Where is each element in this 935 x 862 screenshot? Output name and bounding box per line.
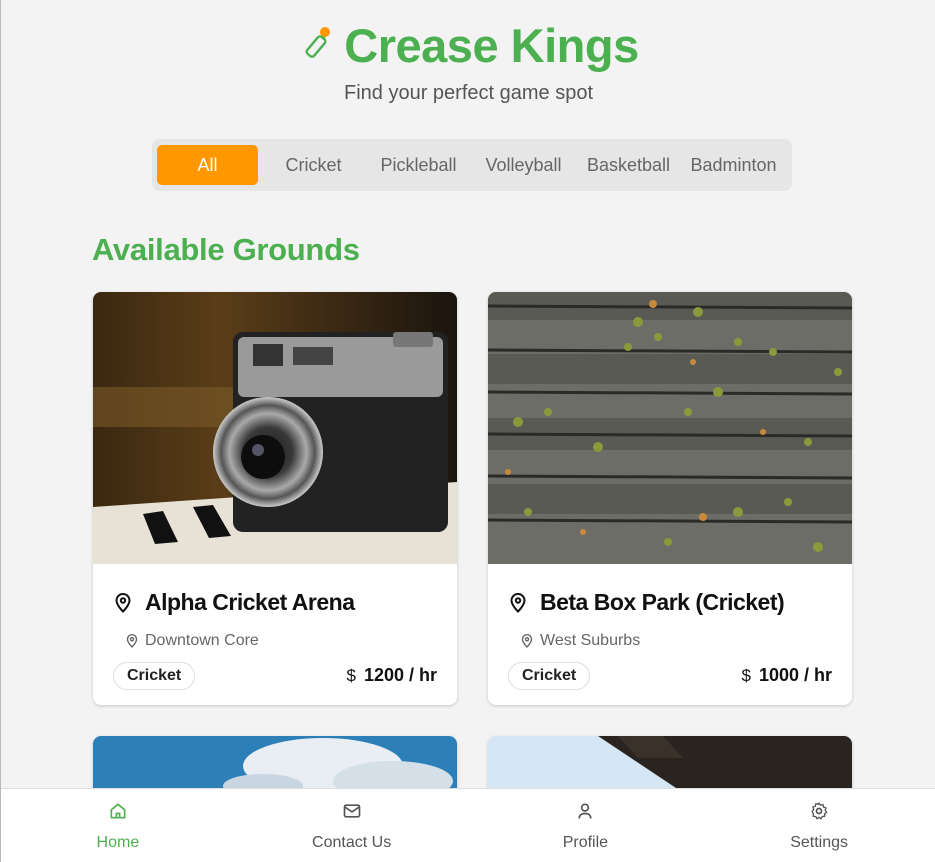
ground-price-text: 1000 / hr (758, 665, 832, 685)
location-icon (521, 633, 533, 648)
ground-image-sky (93, 736, 457, 796)
nav-home[interactable]: Home (1, 789, 235, 862)
dollar-icon: $ (346, 665, 356, 685)
ground-name-text: Beta Box Park (Cricket) (540, 589, 785, 615)
map-pin-icon (115, 592, 131, 613)
nav-contact-label: Contact Us (312, 834, 392, 851)
nav-contact[interactable]: Contact Us (235, 789, 469, 862)
ground-image-camera (93, 292, 457, 564)
ground-card[interactable] (93, 736, 457, 796)
sport-filter-bar: All Cricket Pickleball Volleyball Basket… (152, 139, 792, 191)
section-title: Available Grounds (92, 232, 360, 267)
app-header: Crease Kings Find your perfect game spot (1, 18, 935, 105)
ground-price: $ 1000 / hr (741, 665, 832, 686)
user-icon (578, 803, 593, 819)
filter-tab-pickleball[interactable]: Pickleball (366, 145, 471, 185)
ground-location-text: West Suburbs (540, 632, 641, 649)
ground-price: $ 1200 / hr (346, 665, 437, 686)
sport-tag: Cricket (113, 662, 196, 690)
ground-name-text: Alpha Cricket Arena (145, 589, 355, 615)
nav-settings[interactable]: Settings (702, 789, 935, 862)
gear-icon (811, 802, 828, 820)
app-title: Crease Kings (344, 19, 639, 72)
map-pin-icon (510, 592, 526, 613)
nav-profile[interactable]: Profile (469, 789, 703, 862)
ground-price-text: 1200 / hr (363, 665, 437, 685)
ground-name: Alpha Cricket Arena (113, 589, 355, 616)
bottom-nav: Home Contact Us Profile Settings (1, 788, 935, 862)
nav-profile-label: Profile (562, 834, 609, 851)
filter-tab-badminton[interactable]: Badminton (681, 145, 786, 185)
ground-location: Downtown Core (125, 632, 259, 650)
filter-tab-basketball[interactable]: Basketball (576, 145, 681, 185)
ground-name: Beta Box Park (Cricket) (508, 589, 785, 616)
filter-tab-volleyball[interactable]: Volleyball (471, 145, 576, 185)
filter-tab-all[interactable]: All (157, 145, 258, 185)
ground-card[interactable]: Alpha Cricket Arena Downtown Core Cricke… (93, 292, 457, 705)
tagline: Find your perfect game spot (343, 82, 593, 104)
nav-home-label: Home (96, 834, 140, 851)
location-icon (126, 633, 138, 648)
ground-card[interactable] (488, 736, 852, 796)
ground-image-wood (488, 292, 852, 564)
home-icon (110, 803, 126, 819)
ground-location-text: Downtown Core (145, 632, 259, 649)
nav-settings-label: Settings (790, 834, 849, 851)
mail-icon (343, 804, 360, 818)
dollar-icon: $ (741, 665, 751, 685)
ground-card[interactable]: Beta Box Park (Cricket) West Suburbs Cri… (488, 292, 852, 705)
cricket-bat-icon (298, 23, 332, 68)
filter-tab-cricket[interactable]: Cricket (261, 145, 366, 185)
brand: Crease Kings (1, 18, 935, 73)
ground-location: West Suburbs (520, 632, 640, 650)
sport-tag: Cricket (508, 662, 591, 690)
ground-image-roof (488, 736, 852, 796)
